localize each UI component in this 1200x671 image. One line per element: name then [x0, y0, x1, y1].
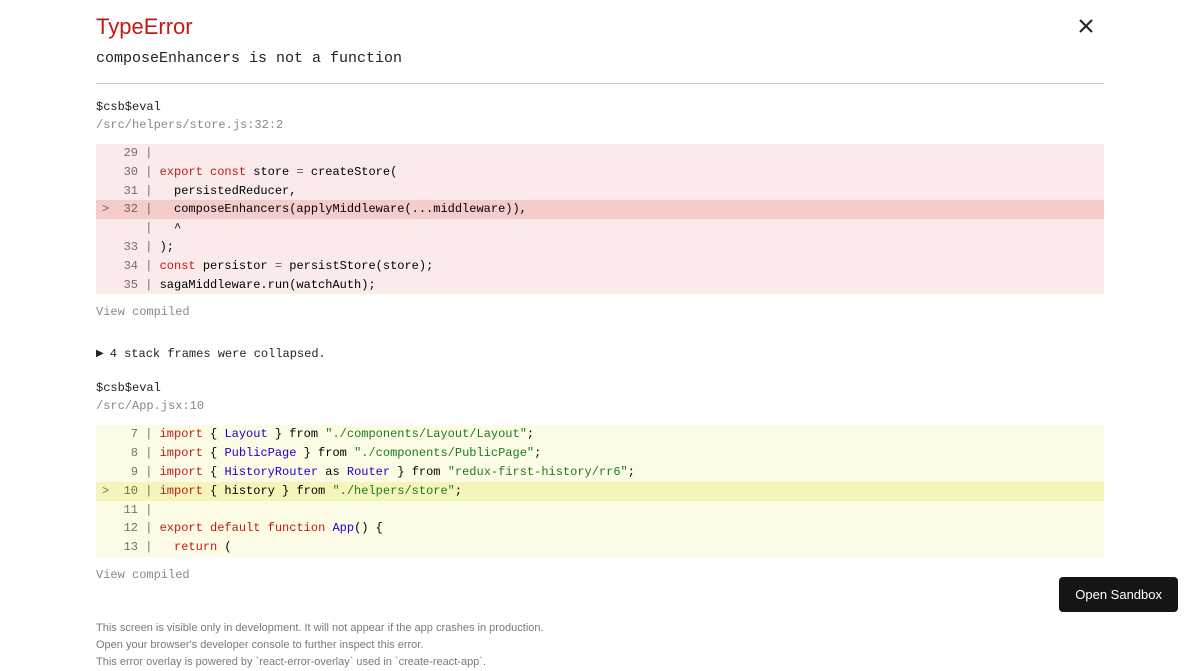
code-snippet: 29 | 30 | export const store = createSto… — [96, 144, 1104, 294]
close-icon[interactable] — [1078, 18, 1094, 34]
frame-location: /src/App.jsx:10 — [96, 397, 1104, 415]
frame-function: $csb$eval — [96, 379, 1104, 397]
error-message: composeEnhancers is not a function — [96, 50, 1104, 67]
footer-line: Open your browser's developer console to… — [96, 637, 1104, 654]
footer-line: This error overlay is powered by `react-… — [96, 654, 1104, 671]
divider — [96, 83, 1104, 84]
footer-line: This screen is visible only in developme… — [96, 620, 1104, 637]
stack-frame: $csb$eval /src/helpers/store.js:32:2 29 … — [96, 98, 1104, 337]
collapsed-frames-label: 4 stack frames were collapsed. — [110, 347, 326, 361]
stack-frame: $csb$eval /src/App.jsx:10 7 | import { L… — [96, 379, 1104, 600]
error-type: TypeError — [96, 14, 193, 40]
footer-text: This screen is visible only in developme… — [96, 620, 1104, 671]
code-snippet: 7 | import { Layout } from "./components… — [96, 425, 1104, 557]
view-compiled-link[interactable]: View compiled — [96, 568, 190, 582]
triangle-right-icon: ▶ — [96, 348, 104, 360]
frame-location: /src/helpers/store.js:32:2 — [96, 116, 1104, 134]
view-compiled-link[interactable]: View compiled — [96, 305, 190, 319]
frame-function: $csb$eval — [96, 98, 1104, 116]
collapsed-frames-toggle[interactable]: ▶ 4 stack frames were collapsed. — [96, 347, 1104, 361]
open-sandbox-button[interactable]: Open Sandbox — [1059, 577, 1178, 612]
